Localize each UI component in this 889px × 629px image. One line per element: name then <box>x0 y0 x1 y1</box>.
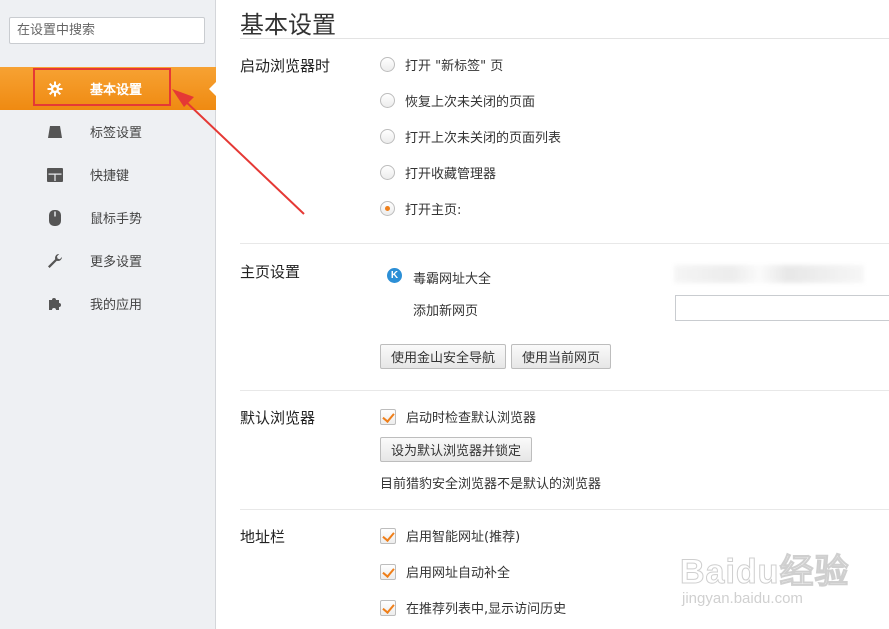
divider <box>240 38 889 39</box>
option-label: 在推荐列表中,显示访问历史 <box>406 602 567 617</box>
sidebar-item-my-apps[interactable]: 我的应用 <box>0 282 216 325</box>
startup-section-label: 启动浏览器时 <box>240 57 331 75</box>
divider <box>240 243 889 244</box>
radio-button-selected[interactable] <box>380 201 395 216</box>
add-page-label: 添加新网页 <box>413 304 479 319</box>
option-label: 打开上次未关闭的页面列表 <box>405 131 562 146</box>
startup-option-new-tab[interactable]: 打开 "新标签" 页 <box>380 55 503 74</box>
checkbox[interactable] <box>380 408 396 425</box>
option-label: 启用网址自动补全 <box>406 566 511 581</box>
sidebar: 基本设置 标签设置 快捷键 鼠标手势 更多设置 <box>0 0 217 629</box>
settings-main: 基本设置 启动浏览器时 打开 "新标签" 页 恢复上次未关闭的页面 打开上次未关… <box>216 0 889 629</box>
option-label: 打开收藏管理器 <box>405 167 497 182</box>
checkbox[interactable] <box>380 527 396 544</box>
divider <box>240 509 889 510</box>
sidebar-item-label: 更多设置 <box>90 255 143 270</box>
sidebar-item-shortcuts[interactable]: 快捷键 <box>0 153 216 196</box>
blurred-url <box>674 265 864 283</box>
sidebar-item-tabs[interactable]: 标签设置 <box>0 110 216 153</box>
smart-url-option[interactable]: 启用智能网址(推荐) <box>380 526 520 545</box>
startup-option-restore-list[interactable]: 打开上次未关闭的页面列表 <box>380 127 561 146</box>
use-current-page-button[interactable]: 使用当前网页 <box>511 344 612 369</box>
homepage-section-label: 主页设置 <box>240 263 301 281</box>
startup-option-bookmarks[interactable]: 打开收藏管理器 <box>380 163 496 182</box>
show-history-option[interactable]: 在推荐列表中,显示访问历史 <box>380 598 566 617</box>
default-browser-status-text: 目前猎豹安全浏览器不是默认的浏览器 <box>380 477 602 492</box>
sidebar-item-mouse-gestures[interactable]: 鼠标手势 <box>0 196 216 239</box>
keyboard-icon <box>46 166 64 184</box>
sidebar-item-more-settings[interactable]: 更多设置 <box>0 239 216 282</box>
site-logo-icon: K <box>387 268 402 283</box>
sidebar-item-label: 基本设置 <box>90 83 143 98</box>
radio-button[interactable] <box>380 57 395 72</box>
sidebar-item-basic[interactable]: 基本设置 <box>0 67 217 110</box>
new-page-url-input[interactable] <box>675 295 889 321</box>
checkbox[interactable] <box>380 563 396 580</box>
option-label: 启动时检查默认浏览器 <box>406 411 537 426</box>
startup-option-homepage[interactable]: 打开主页: <box>380 199 461 218</box>
option-label: 打开 "新标签" 页 <box>405 59 504 74</box>
radio-button[interactable] <box>380 93 395 108</box>
gear-icon <box>46 80 64 98</box>
use-safe-nav-button[interactable]: 使用金山安全导航 <box>380 344 507 369</box>
option-label: 打开主页: <box>405 203 462 218</box>
puzzle-icon <box>46 295 64 313</box>
check-default-browser-option[interactable]: 启动时检查默认浏览器 <box>380 407 536 426</box>
mouse-icon <box>46 209 64 227</box>
divider <box>240 390 889 391</box>
radio-button[interactable] <box>380 165 395 180</box>
default-browser-section-label: 默认浏览器 <box>240 409 316 427</box>
homepage-site-name[interactable]: 毒霸网址大全 <box>413 268 491 287</box>
checkbox[interactable] <box>380 599 396 616</box>
sidebar-item-label: 标签设置 <box>90 126 143 141</box>
tab-icon <box>46 123 64 141</box>
url-autocomplete-option[interactable]: 启用网址自动补全 <box>380 562 510 581</box>
option-label: 启用智能网址(推荐) <box>406 530 521 545</box>
wrench-icon <box>46 252 64 270</box>
sidebar-item-label: 我的应用 <box>90 298 143 313</box>
option-label: 恢复上次未关闭的页面 <box>405 95 536 110</box>
address-bar-section-label: 地址栏 <box>240 528 286 546</box>
set-default-browser-button[interactable]: 设为默认浏览器并锁定 <box>380 437 533 462</box>
sidebar-item-label: 鼠标手势 <box>90 212 143 227</box>
page-title: 基本设置 <box>240 11 336 39</box>
startup-option-restore[interactable]: 恢复上次未关闭的页面 <box>380 91 535 110</box>
settings-search-input[interactable] <box>9 17 205 44</box>
sidebar-item-label: 快捷键 <box>90 169 130 184</box>
radio-button[interactable] <box>380 129 395 144</box>
sidebar-nav: 基本设置 标签设置 快捷键 鼠标手势 更多设置 我的应用 <box>0 67 217 325</box>
